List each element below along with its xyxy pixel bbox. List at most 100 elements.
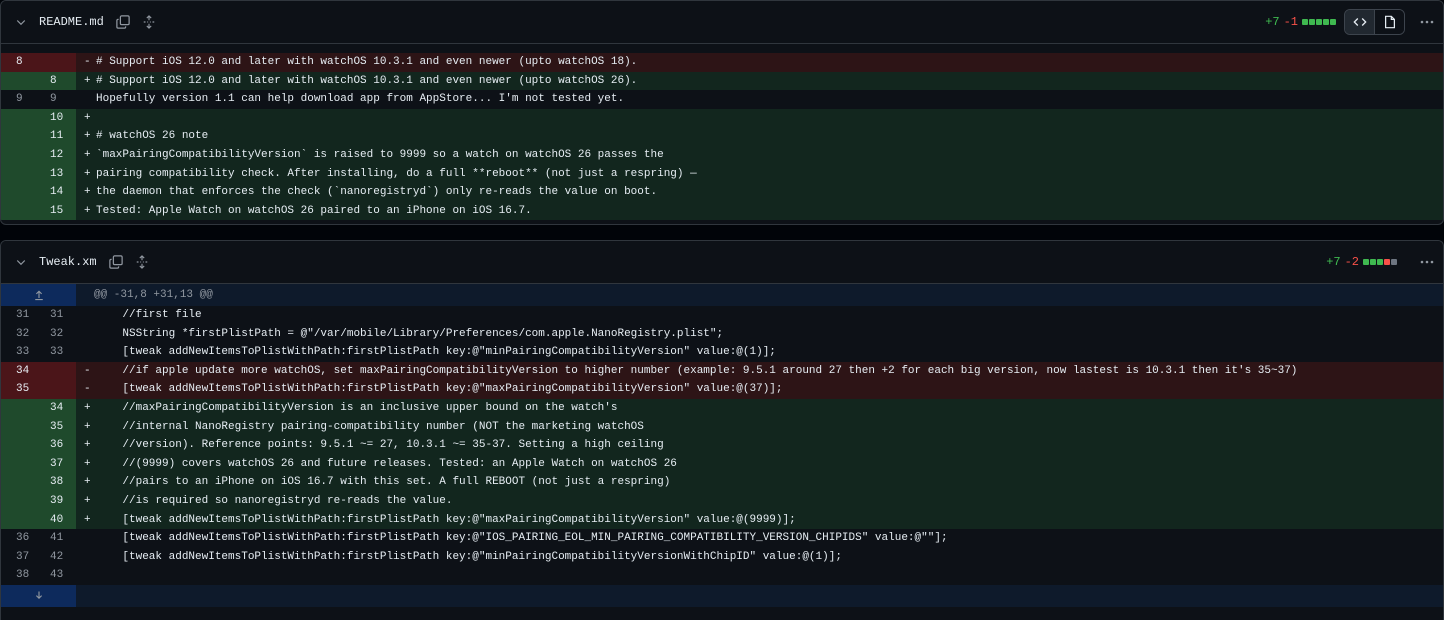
old-line-number[interactable] bbox=[1, 398, 38, 418]
hunk-range: @@ -31,8 +31,13 @@ bbox=[76, 284, 1443, 306]
code-line: pairing compatibility check. After insta… bbox=[94, 164, 1443, 184]
new-line-number[interactable]: 42 bbox=[38, 548, 76, 567]
new-line-number[interactable]: 38 bbox=[38, 473, 76, 492]
deletions-count: -2 bbox=[1344, 255, 1359, 269]
context-line: 31 31 //first file bbox=[1, 306, 1443, 325]
code-line: Tested: Apple Watch on watchOS 26 paired… bbox=[94, 201, 1443, 221]
new-line-number[interactable] bbox=[38, 361, 76, 381]
new-line-number[interactable]: 10 bbox=[38, 108, 76, 128]
expand-all-icon[interactable] bbox=[142, 15, 156, 29]
chevron-down-icon[interactable] bbox=[15, 256, 27, 268]
old-line-number[interactable]: 9 bbox=[1, 90, 38, 109]
rich-view-button[interactable] bbox=[1374, 10, 1404, 34]
old-line-number[interactable]: 38 bbox=[1, 566, 38, 585]
added-line: 37 + //(9999) covers watchOS 26 and futur… bbox=[1, 454, 1443, 474]
code-line: [tweak addNewItemsToPlistWithPath:firstP… bbox=[96, 532, 948, 545]
new-line-number[interactable] bbox=[38, 53, 76, 72]
added-line: 15 + Tested: Apple Watch on watchOS 26 pai… bbox=[1, 201, 1443, 221]
old-line-number[interactable] bbox=[1, 473, 38, 492]
old-line-number[interactable]: 31 bbox=[1, 306, 38, 325]
expand-up-icon[interactable] bbox=[1, 284, 76, 306]
new-line-number[interactable]: 35 bbox=[38, 417, 76, 437]
code-line: [tweak addNewItemsToPlistWithPath:firstP… bbox=[96, 550, 842, 563]
old-line-number[interactable]: 32 bbox=[1, 325, 38, 344]
old-line-number[interactable] bbox=[1, 417, 38, 437]
diff-marker: + bbox=[76, 473, 94, 492]
diff-marker: + bbox=[76, 417, 94, 437]
file-name[interactable]: README.md bbox=[39, 15, 104, 29]
old-line-number[interactable] bbox=[1, 127, 38, 146]
expand-all-icon[interactable] bbox=[135, 255, 149, 269]
new-line-number[interactable]: 8 bbox=[38, 71, 76, 91]
new-line-number[interactable] bbox=[38, 380, 76, 399]
source-view-button[interactable] bbox=[1345, 10, 1374, 34]
old-line-number[interactable] bbox=[1, 71, 38, 91]
copy-icon[interactable] bbox=[108, 255, 123, 269]
diff-marker bbox=[76, 566, 94, 585]
new-line-number[interactable]: 39 bbox=[38, 491, 76, 511]
old-line-number[interactable] bbox=[1, 183, 38, 202]
new-line-number[interactable]: 41 bbox=[38, 529, 76, 548]
old-line-number[interactable]: 34 bbox=[1, 361, 38, 381]
old-line-number[interactable] bbox=[1, 108, 38, 128]
added-line: 36 + //version). Reference points: 9.5.1 … bbox=[1, 436, 1443, 455]
new-line-number[interactable]: 37 bbox=[38, 454, 76, 474]
diff-marker: + bbox=[76, 183, 94, 202]
old-line-number[interactable] bbox=[1, 436, 38, 455]
chevron-down-icon[interactable] bbox=[15, 16, 27, 28]
diff-marker: - bbox=[76, 380, 94, 399]
copy-icon[interactable] bbox=[116, 15, 130, 29]
diff-marker: + bbox=[76, 436, 94, 455]
old-line-number[interactable]: 33 bbox=[1, 343, 38, 362]
added-line: 11 + # watchOS 26 note bbox=[1, 127, 1443, 146]
expand-down-icon[interactable] bbox=[1, 584, 76, 607]
code-line: NSString *firstPlistPath = @"/var/mobile… bbox=[96, 327, 724, 340]
old-line-number[interactable] bbox=[1, 491, 38, 511]
deletions-count: -1 bbox=[1283, 15, 1298, 29]
new-line-number[interactable]: 36 bbox=[38, 436, 76, 455]
new-line-number[interactable]: 40 bbox=[38, 510, 76, 530]
diff-marker: + bbox=[76, 108, 94, 128]
diff-marker bbox=[76, 343, 94, 362]
new-line-number[interactable]: 31 bbox=[38, 306, 76, 325]
code-line: //internal NanoRegistry pairing-compatib… bbox=[94, 417, 1443, 437]
old-line-number[interactable] bbox=[1, 164, 38, 184]
old-line-number[interactable]: 36 bbox=[1, 529, 38, 548]
diffstat-block bbox=[1370, 259, 1376, 265]
new-line-number[interactable]: 43 bbox=[38, 566, 76, 585]
context-line: 36 41 [tweak addNewItemsToPlistWithPath:f… bbox=[1, 529, 1443, 548]
diff-marker: + bbox=[76, 71, 94, 91]
old-line-number[interactable]: 37 bbox=[1, 548, 38, 567]
added-line: 8 + # Support iOS 12.0 and later with watc… bbox=[1, 71, 1443, 91]
file-name[interactable]: Tweak.xm bbox=[39, 255, 97, 269]
new-line-number[interactable]: 12 bbox=[38, 145, 76, 165]
new-line-number[interactable]: 32 bbox=[38, 325, 76, 344]
new-line-number[interactable]: 13 bbox=[38, 164, 76, 184]
context-line: 32 32 NSString *firstPlistPath = @"/var/m… bbox=[1, 324, 1443, 344]
diff-marker bbox=[76, 306, 94, 325]
old-line-number[interactable]: 8 bbox=[1, 53, 38, 72]
deleted-line: 8 - # Support iOS 12.0 and later with watc… bbox=[1, 53, 1443, 72]
old-line-number[interactable] bbox=[1, 145, 38, 165]
old-line-number[interactable]: 35 bbox=[1, 380, 38, 399]
old-line-number[interactable] bbox=[1, 454, 38, 474]
diffstat-block bbox=[1377, 259, 1383, 265]
more-options-icon[interactable] bbox=[1411, 254, 1443, 270]
diff-table: 8- # Support iOS 12.0 and later with watc… bbox=[1, 53, 1443, 221]
old-line-number[interactable] bbox=[1, 510, 38, 530]
new-line-number[interactable]: 33 bbox=[38, 343, 76, 362]
new-line-number[interactable]: 34 bbox=[38, 398, 76, 418]
new-line-number[interactable]: 9 bbox=[38, 90, 76, 109]
added-line: 10 + bbox=[1, 108, 1443, 128]
more-options-icon[interactable] bbox=[1411, 14, 1443, 30]
new-line-number[interactable]: 15 bbox=[38, 201, 76, 221]
diff-marker: - bbox=[76, 53, 94, 72]
view-toggle bbox=[1344, 9, 1405, 35]
code-icon bbox=[1352, 18, 1367, 26]
code-line: # watchOS 26 note bbox=[94, 127, 1443, 146]
collapsed-line-hint bbox=[1, 44, 1443, 53]
new-line-number[interactable]: 11 bbox=[38, 127, 76, 146]
old-line-number[interactable] bbox=[1, 201, 38, 221]
code-line: [tweak addNewItemsToPlistWithPath:firstP… bbox=[94, 510, 1443, 530]
new-line-number[interactable]: 14 bbox=[38, 183, 76, 202]
